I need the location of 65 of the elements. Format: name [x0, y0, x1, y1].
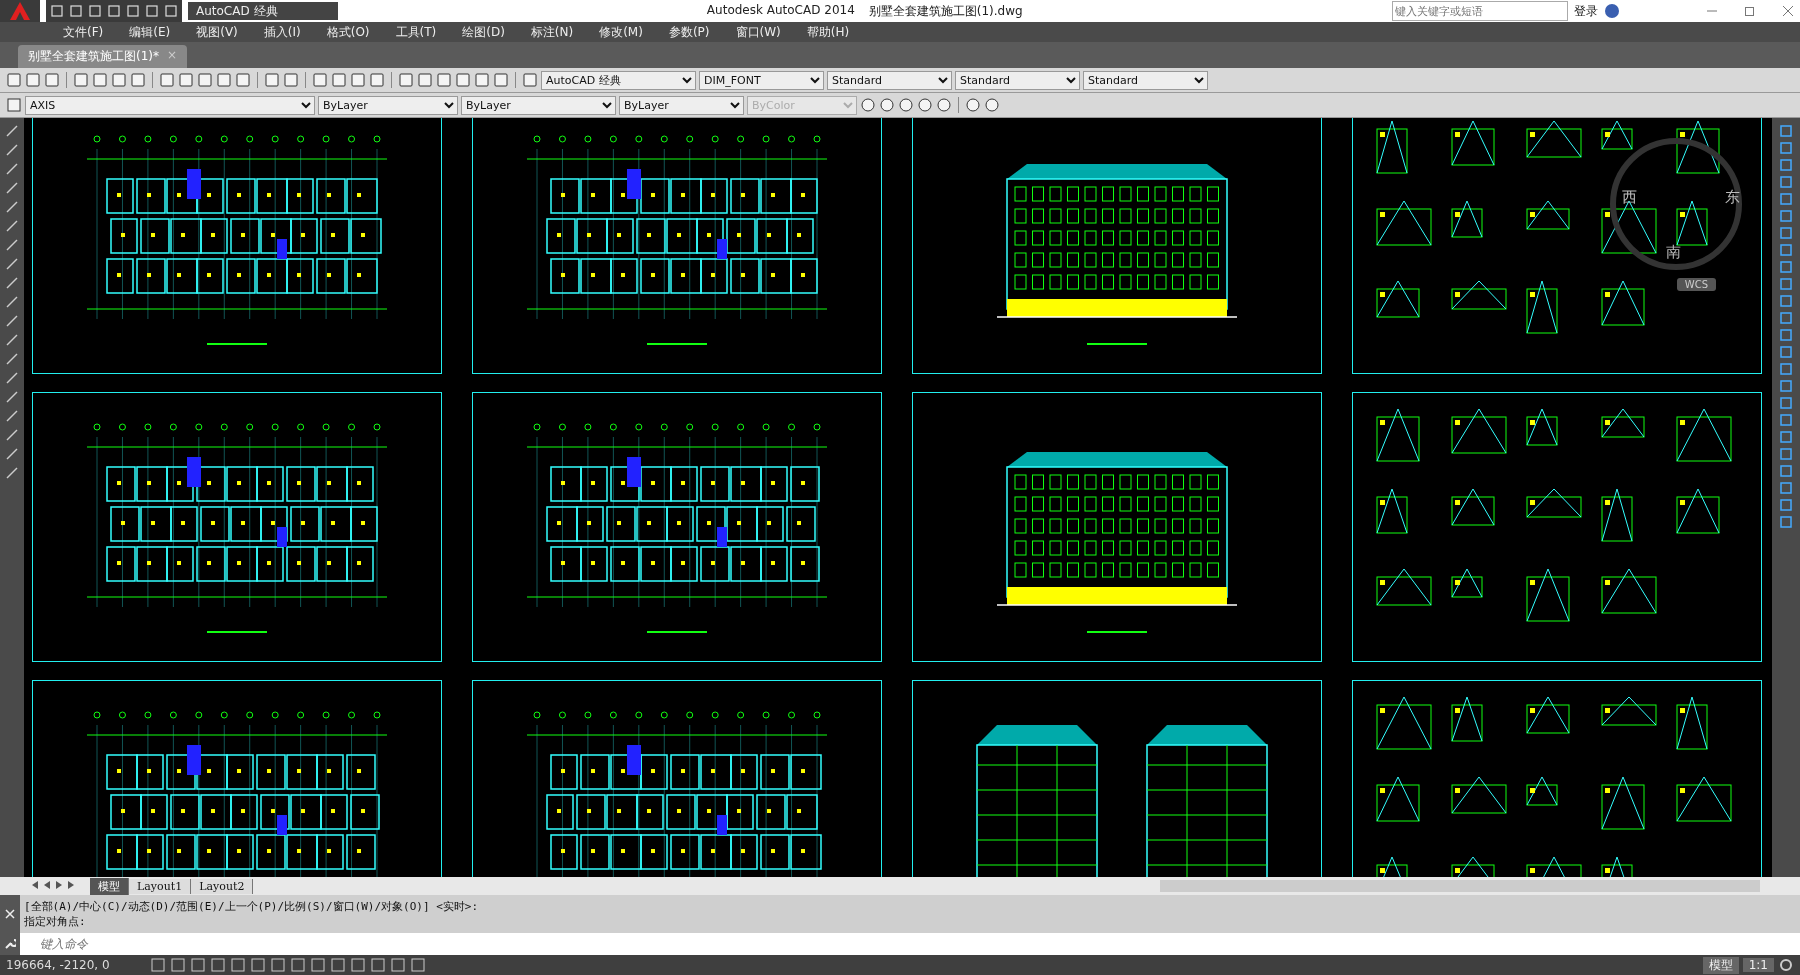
autocad-logo-icon[interactable]	[0, 0, 40, 22]
draw-tool-icon[interactable]	[5, 257, 19, 271]
menu-item[interactable]: 绘图(D)	[449, 23, 518, 41]
layout-tab[interactable]: 模型	[90, 877, 129, 895]
draw-tool-icon[interactable]	[5, 238, 19, 252]
compass-label[interactable]: 西	[1622, 188, 1637, 207]
draw-tool-icon[interactable]	[5, 428, 19, 442]
lineweight-dropdown[interactable]: ByLayer	[619, 95, 744, 115]
draw-tool-icon[interactable]	[5, 219, 19, 233]
workspace-dropdown[interactable]: AutoCAD 经典	[541, 70, 696, 90]
layer-dropdown[interactable]: AXIS	[25, 95, 315, 115]
menu-item[interactable]: 编辑(E)	[116, 23, 184, 41]
draw-tool-icon[interactable]	[5, 276, 19, 290]
model-space-button[interactable]: 模型	[1702, 956, 1739, 974]
menu-item[interactable]: 帮助(H)	[793, 23, 863, 41]
text-style-dropdown[interactable]: DIM_FONT	[699, 70, 824, 90]
linetype-dropdown[interactable]: ByLayer	[461, 95, 616, 115]
menu-item[interactable]: 修改(M)	[586, 23, 656, 41]
command-input[interactable]: 键入命令	[20, 933, 1800, 955]
document-tab[interactable]: 别墅全套建筑施工图(1)* ×	[18, 45, 188, 68]
draw-tool-icon[interactable]	[5, 447, 19, 461]
file-name: 别墅全套建筑施工图(1).dwg	[868, 2, 1023, 20]
menu-item[interactable]: 窗口(W)	[722, 23, 794, 41]
command-history-line: 指定对角点:	[24, 914, 87, 929]
draw-tool-icon[interactable]	[5, 143, 19, 157]
draw-tool-icon[interactable]	[5, 181, 19, 195]
compass-label[interactable]: 南	[1666, 243, 1681, 262]
viewcube[interactable]: 西 东 南	[1610, 138, 1742, 270]
draw-tool-icon[interactable]	[5, 314, 19, 328]
multileader-style-dropdown[interactable]: Standard	[1083, 70, 1208, 90]
annotation-scale-button[interactable]: 1:1	[1742, 958, 1774, 972]
horizontal-scrollbar[interactable]	[1160, 880, 1760, 892]
draw-tool-icon[interactable]	[5, 162, 19, 176]
coordinates-readout: 196664, -2120, 0	[6, 958, 111, 972]
draw-tool-icon[interactable]	[5, 352, 19, 366]
command-history-line: [全部(A)/中心(C)/动态(D)/范围(E)/上一个(P)/比例(S)/窗口(W)/对象(O)] <实时>:	[24, 899, 479, 914]
menu-item[interactable]: 文件(F)	[50, 23, 117, 41]
app-title: Autodesk AutoCAD 2014	[706, 2, 855, 19]
draw-tool-icon[interactable]	[5, 371, 19, 385]
close-icon[interactable]	[1782, 5, 1794, 17]
draw-tool-icon[interactable]	[5, 333, 19, 347]
wrench-icon[interactable]	[4, 938, 16, 950]
draw-tool-icon[interactable]	[5, 200, 19, 214]
table-style-dropdown[interactable]: Standard	[955, 70, 1080, 90]
compass-label[interactable]: 东	[1725, 188, 1740, 207]
menu-item[interactable]: 视图(V)	[183, 23, 251, 41]
login-link[interactable]: 登录	[1574, 2, 1598, 20]
menu-item[interactable]: 工具(T)	[382, 23, 450, 41]
menu-item[interactable]: 参数(P)	[655, 23, 723, 41]
draw-tool-icon[interactable]	[5, 409, 19, 423]
ucs-menu[interactable]: WCS	[1676, 278, 1716, 291]
workspace-dropdown[interactable]: AutoCAD 经典	[188, 2, 338, 20]
draw-tool-icon[interactable]	[5, 390, 19, 404]
layout-tab[interactable]: Layout2	[191, 878, 254, 894]
menu-item[interactable]: 标注(N)	[517, 23, 587, 41]
dim-style-dropdown[interactable]: Standard	[827, 70, 952, 90]
search-field[interactable]: 键入关键字或短语	[1392, 1, 1568, 21]
menu-item[interactable]: 格式(O)	[313, 23, 383, 41]
draw-tool-icon[interactable]	[5, 466, 19, 480]
color-dropdown[interactable]: ByLayer	[318, 95, 458, 115]
layout-tab[interactable]: Layout1	[129, 878, 192, 894]
restore-icon[interactable]	[1744, 5, 1756, 17]
draw-tool-icon[interactable]	[5, 124, 19, 138]
menu-item[interactable]: 插入(I)	[250, 23, 314, 41]
draw-tool-icon[interactable]	[5, 295, 19, 309]
